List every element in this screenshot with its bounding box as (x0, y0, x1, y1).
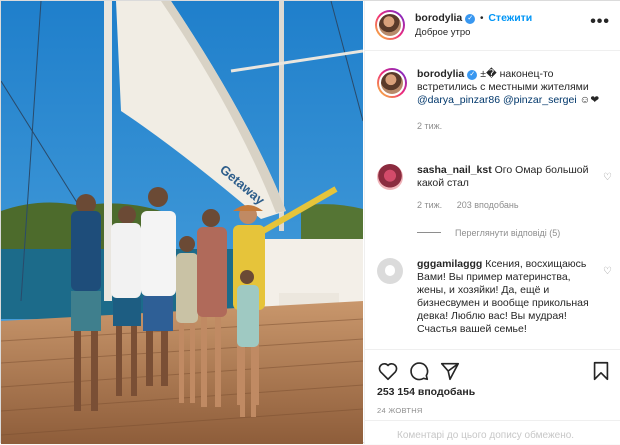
caption-text: borodylia ✓ ±� наконец-то встретились с м… (417, 68, 612, 107)
comment-item: gggamilaggg Ксения, восхищаюсь Вами! Вы … (377, 258, 612, 336)
comments-disabled-text: Коментарі до цього допису обмежено. (397, 430, 575, 441)
mention-link[interactable]: @darya_pinzar86 (417, 94, 500, 106)
photo-illustration: Getaway (1, 1, 363, 444)
comment-like-icon[interactable]: ♡ (603, 266, 612, 277)
comment-meta: 2 тиж. 203 вподобань (417, 200, 612, 210)
view-replies-label: Переглянути відповіді (5) (455, 228, 561, 238)
author-username[interactable]: borodylia (415, 12, 462, 24)
comment-item: sasha_nail_kst Ого Омар большой какой ст… (377, 164, 612, 210)
bookmark-icon[interactable] (590, 360, 612, 382)
view-replies-button[interactable]: Переглянути відповіді (5) (417, 228, 560, 238)
post-side-panel: borodylia ✓ • Стежити Доброе утро ••• bor… (364, 1, 620, 444)
post-photo[interactable]: Getaway (1, 1, 363, 444)
share-icon[interactable] (439, 360, 461, 382)
comment-likes[interactable]: 203 вподобань (457, 200, 519, 210)
verified-badge-icon: ✓ (467, 70, 478, 80)
replies-line (417, 232, 441, 233)
commenter-username[interactable]: sasha_nail_kst (417, 164, 492, 176)
comments-disabled-bar: Коментарі до цього допису обмежено. (365, 420, 620, 445)
heart-icon[interactable] (377, 360, 399, 382)
default-avatar-icon[interactable] (377, 258, 403, 284)
likes-count[interactable]: 253 154 вподобань (377, 386, 475, 398)
header-text: borodylia ✓ • Стежити Доброе утро (415, 12, 532, 38)
caption-time[interactable]: 2 тиж. (417, 121, 442, 131)
post-actions: 253 154 вподобань 24 жовтня Коментарі до… (365, 349, 620, 444)
caption: borodylia ✓ ±� наконец-то встретились с м… (377, 68, 612, 131)
post-date[interactable]: 24 жовтня (377, 406, 423, 415)
commenter-username[interactable]: gggamilaggg (417, 258, 482, 270)
mention-link[interactable]: @pinzar_sergei (503, 94, 577, 106)
post-frame: Getaway borodylia ✓ • Стежити Доброе утр… (0, 0, 620, 444)
comment-like-icon[interactable]: ♡ (603, 172, 612, 183)
commenter-avatar[interactable] (377, 164, 403, 190)
follow-button[interactable]: Стежити (488, 12, 532, 24)
comment-time[interactable]: 2 тиж. (417, 200, 442, 210)
caption-username[interactable]: borodylia (417, 68, 464, 80)
post-location[interactable]: Доброе утро (415, 27, 532, 38)
comment-text: gggamilaggg Ксения, восхищаюсь Вами! Вы … (417, 258, 597, 336)
caption-emoji: ☺❤ (579, 94, 600, 106)
author-avatar[interactable] (375, 10, 405, 40)
comment-icon[interactable] (408, 360, 430, 382)
more-options-icon[interactable]: ••• (590, 13, 610, 31)
caption-avatar[interactable] (377, 68, 407, 98)
verified-badge-icon: ✓ (465, 14, 476, 24)
post-header: borodylia ✓ • Стежити Доброе утро ••• (365, 1, 620, 51)
caption-meta: 2 тиж. (417, 121, 612, 131)
comments-list: borodylia ✓ ±� наконец-то встретились с м… (365, 52, 620, 348)
comment-text: sasha_nail_kst Ого Омар большой какой ст… (417, 164, 612, 190)
separator-dot: • (480, 13, 484, 24)
